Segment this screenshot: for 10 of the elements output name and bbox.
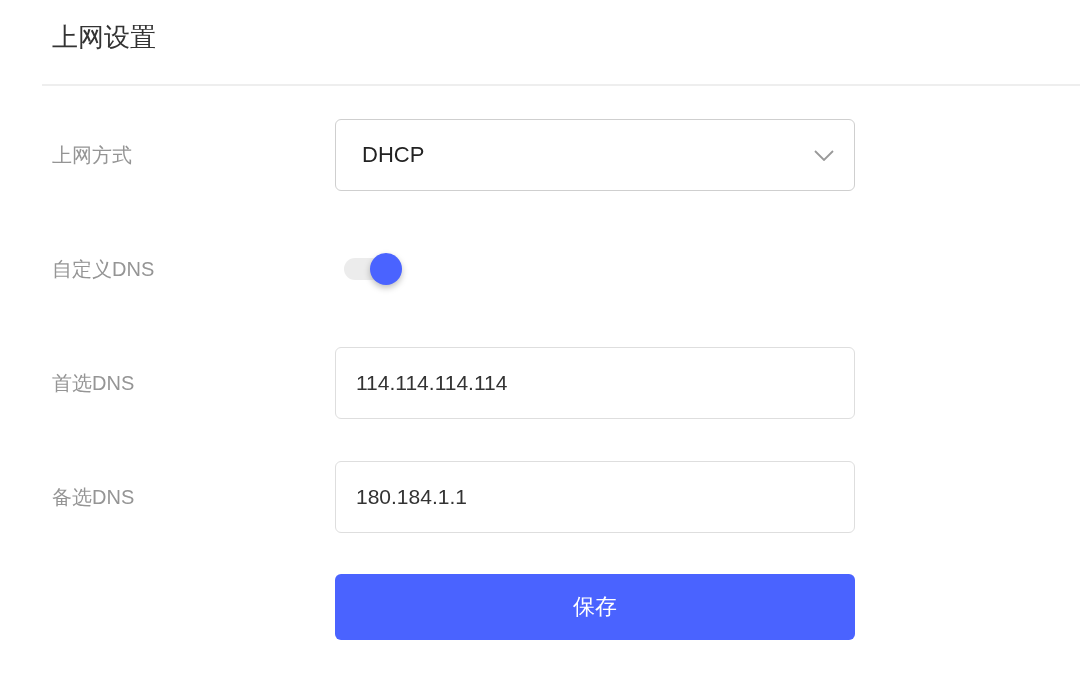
dropdown-field[interactable]: DHCP — [335, 119, 855, 191]
page-title: 上网设置 — [52, 20, 156, 54]
field-label: 备选DNS — [52, 484, 136, 510]
chevron-down-icon — [814, 149, 834, 161]
save-button[interactable]: 保存 — [335, 574, 855, 640]
dns-input-field[interactable]: 180.184.1.1 — [335, 461, 855, 533]
dns-input-field[interactable]: 114.114.114.114 — [335, 347, 855, 419]
field-label: 首选DNS — [52, 370, 136, 396]
field-label: 上网方式 — [52, 142, 133, 168]
field-label: 自定义DNS — [52, 256, 156, 282]
